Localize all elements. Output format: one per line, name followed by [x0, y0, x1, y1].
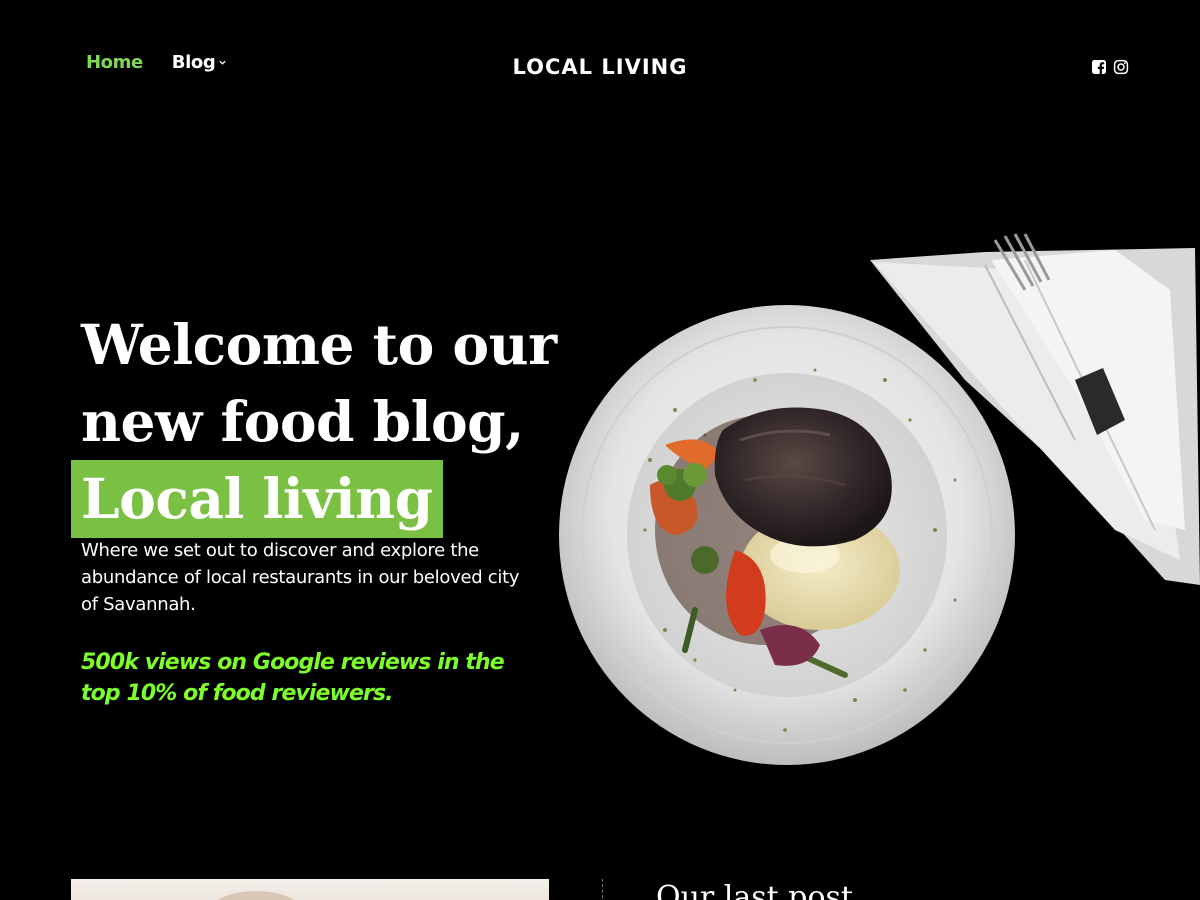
hero-heading-highlight: Local living [71, 460, 443, 538]
hero-stat: 500k views on Google reviews in the top … [81, 650, 505, 706]
latest-post-image[interactable] [71, 879, 549, 900]
latest-post-heading: Our last post [656, 880, 853, 900]
facebook-icon[interactable] [1091, 59, 1107, 75]
social-links [1091, 59, 1129, 75]
page: Home Blog LOCAL LIVING Welcome to our ne… [0, 0, 1200, 900]
section-divider [602, 879, 603, 900]
instagram-icon[interactable] [1113, 59, 1129, 75]
site-title[interactable]: LOCAL LIVING [0, 55, 1200, 79]
hero-food-image [559, 233, 1200, 765]
hero-description: Where we set out to discover and explore… [81, 540, 520, 615]
